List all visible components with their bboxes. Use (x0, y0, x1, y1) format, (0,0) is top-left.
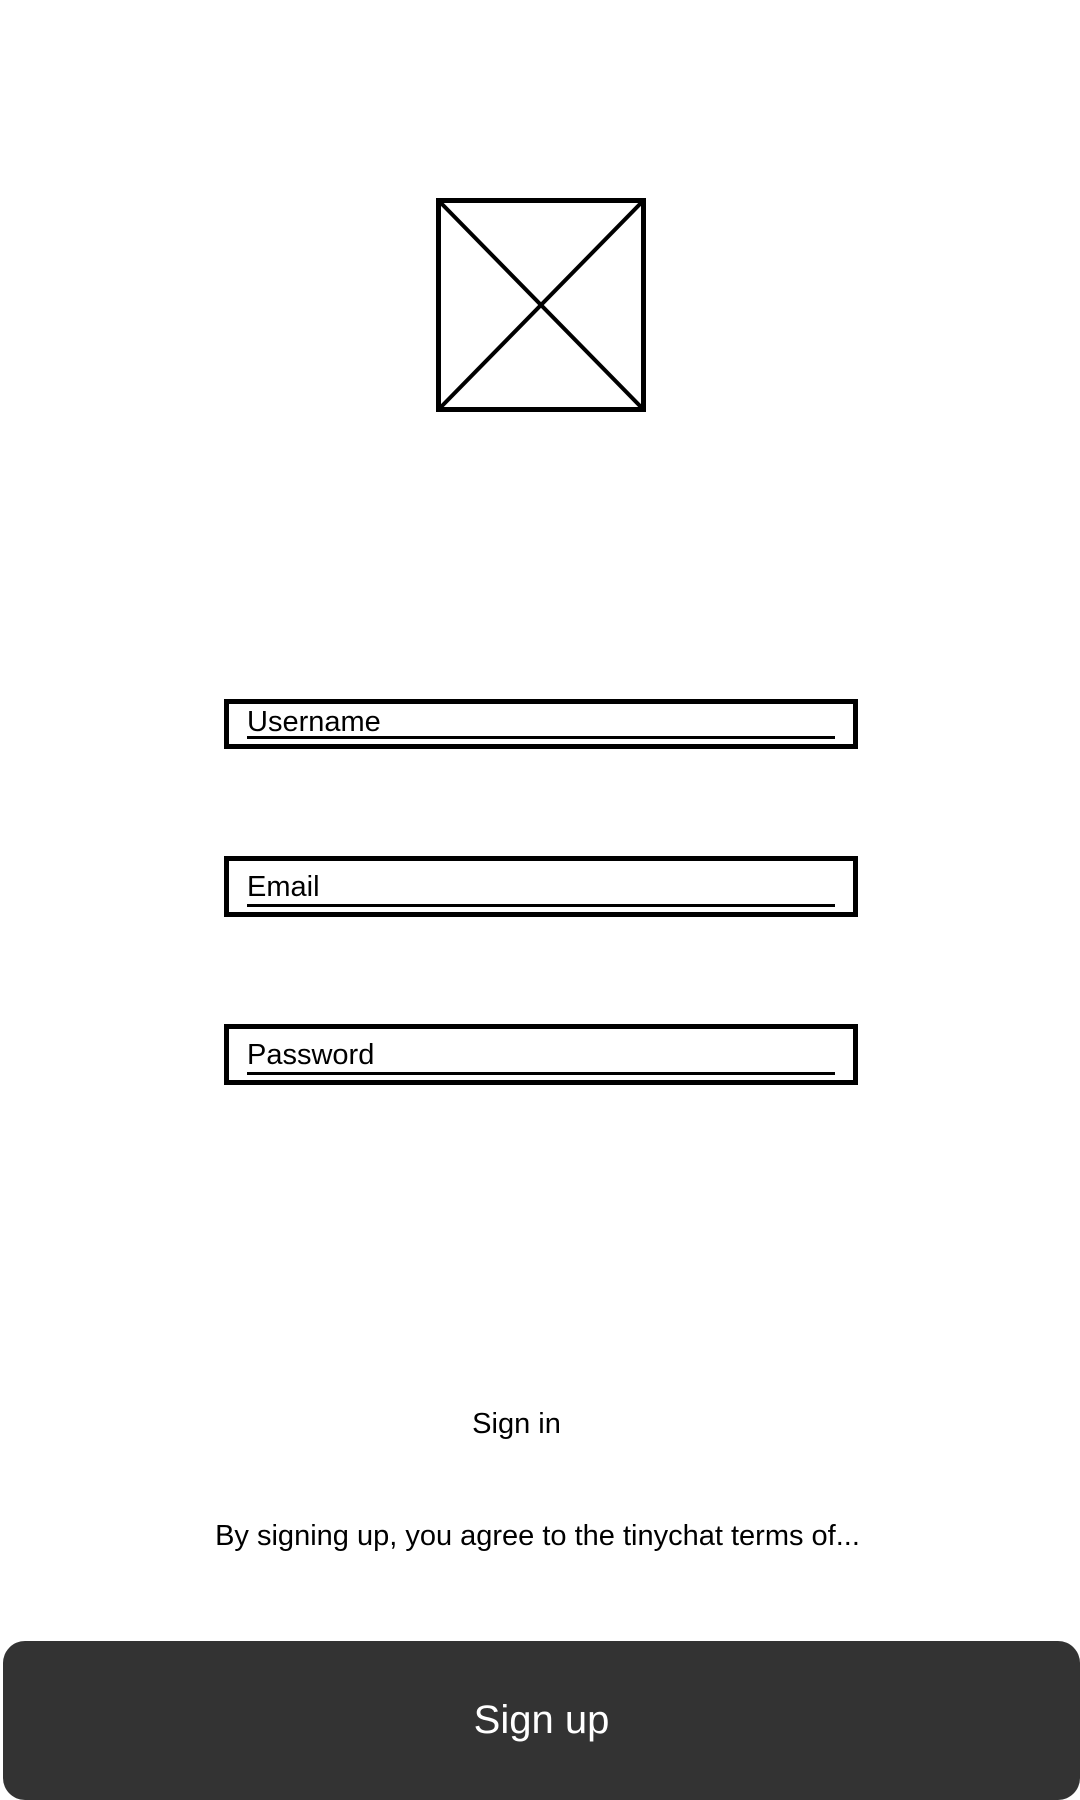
username-placeholder: Username (247, 706, 381, 738)
password-placeholder: Password (247, 1039, 375, 1071)
terms-notice: By signing up, you agree to the tinychat… (215, 1520, 860, 1552)
sign-up-button[interactable]: Sign up (3, 1641, 1080, 1800)
email-underline (247, 904, 835, 907)
password-underline (247, 1072, 835, 1075)
email-placeholder: Email (247, 871, 320, 903)
password-input[interactable]: Password (224, 1024, 858, 1085)
username-underline (247, 736, 835, 739)
username-input[interactable]: Username (224, 699, 858, 749)
image-placeholder-icon (436, 198, 646, 412)
sign-in-link[interactable]: Sign in (0, 1406, 1033, 1442)
email-input[interactable]: Email (224, 856, 858, 917)
sign-up-screen: Username Email Password Sign in By signi… (0, 0, 1080, 1800)
